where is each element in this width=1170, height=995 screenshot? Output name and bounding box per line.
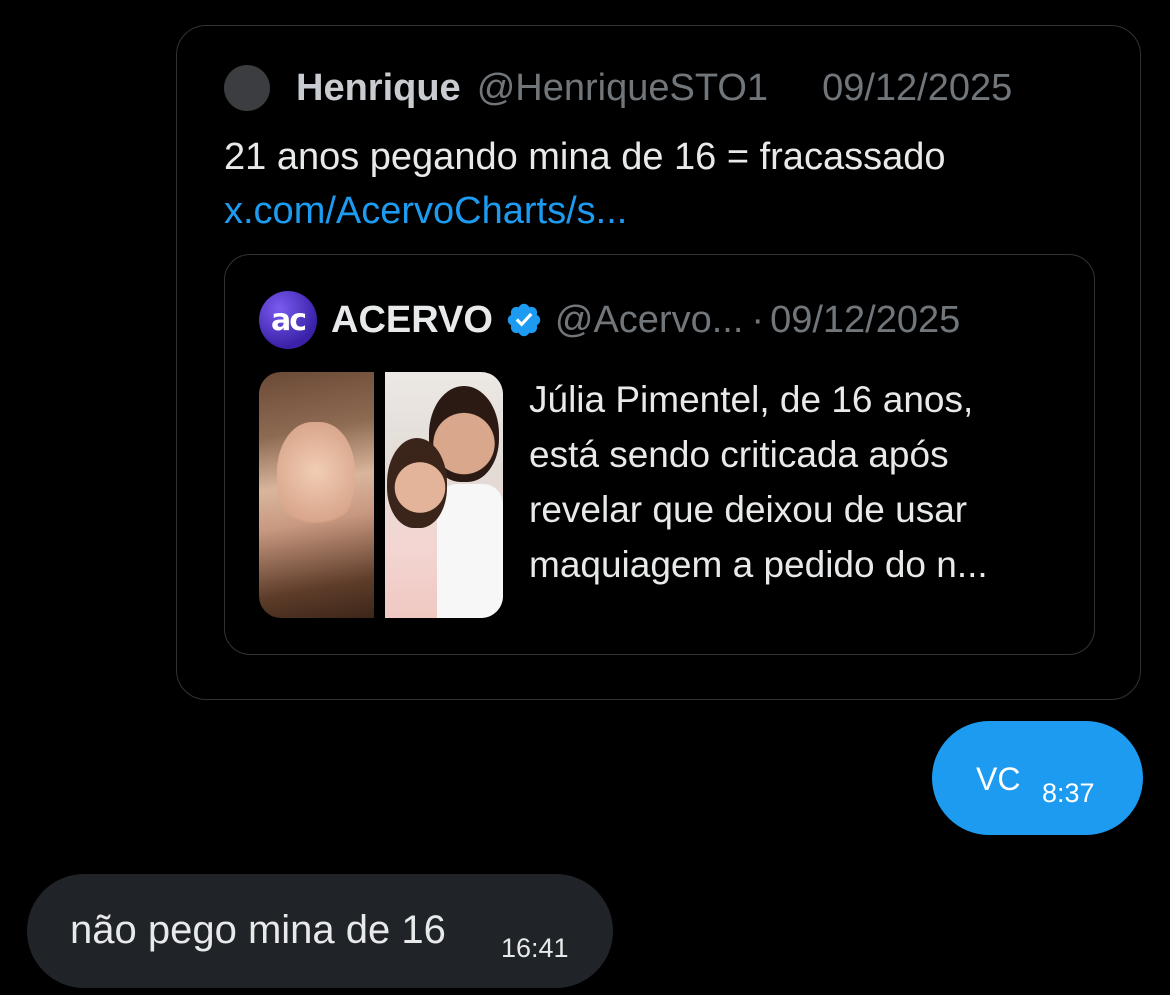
received-message-bubble[interactable]: não pego mina de 16 16:41	[27, 874, 613, 988]
tweet-text: 21 anos pegando mina de 16 = fracassado	[224, 136, 946, 178]
quoted-tweet-header: ac ACERVO @Acervo... · 09/12/2025	[259, 291, 961, 349]
separator-dot: ·	[751, 298, 765, 341]
message-text: VC	[976, 761, 1021, 797]
quoted-tweet-image[interactable]	[259, 372, 503, 618]
quoted-text-line: está sendo criticada após	[529, 434, 949, 475]
quoted-tweet-date: 09/12/2025	[770, 298, 961, 341]
avatar[interactable]	[224, 65, 270, 111]
quoted-tweet-text: Júlia Pimentel, de 16 anos, está sendo c…	[529, 372, 988, 592]
verified-badge-icon	[507, 303, 541, 337]
quoted-text-line: maquiagem a pedido do n...	[529, 544, 988, 585]
quoted-author-handle[interactable]: @Acervo...	[555, 299, 744, 342]
tweet-date: 09/12/2025	[822, 66, 1013, 109]
shared-tweet-card[interactable]: Henrique @HenriqueSTO1 09/12/2025 21 ano…	[176, 25, 1141, 700]
tweet-link[interactable]: x.com/AcervoCharts/s...	[224, 184, 627, 238]
tweet-header: Henrique @HenriqueSTO1 09/12/2025	[224, 65, 1013, 111]
author-handle[interactable]: @HenriqueSTO1	[477, 67, 768, 110]
message-text: não pego mina de 16	[70, 908, 446, 952]
image-detail-face	[387, 438, 447, 528]
message-time: 16:41	[501, 933, 569, 963]
image-right-couple	[385, 372, 503, 618]
quoted-text-line: Júlia Pimentel, de 16 anos,	[529, 379, 974, 420]
quoted-author-name[interactable]: ACERVO	[331, 299, 493, 342]
dm-conversation: Henrique @HenriqueSTO1 09/12/2025 21 ano…	[0, 0, 1170, 995]
message-time: 8:37	[1042, 778, 1095, 808]
author-name[interactable]: Henrique	[296, 67, 461, 110]
acervo-logo-avatar[interactable]: ac	[259, 291, 317, 349]
image-left-portrait	[259, 372, 374, 618]
quoted-text-line: revelar que deixou de usar	[529, 489, 968, 530]
image-detail-shirt	[437, 484, 503, 618]
image-divider	[374, 372, 385, 618]
quoted-tweet-card[interactable]: ac ACERVO @Acervo... · 09/12/2025 Júlia …	[224, 254, 1095, 655]
sent-message-bubble[interactable]: VC 8:37	[932, 721, 1143, 835]
